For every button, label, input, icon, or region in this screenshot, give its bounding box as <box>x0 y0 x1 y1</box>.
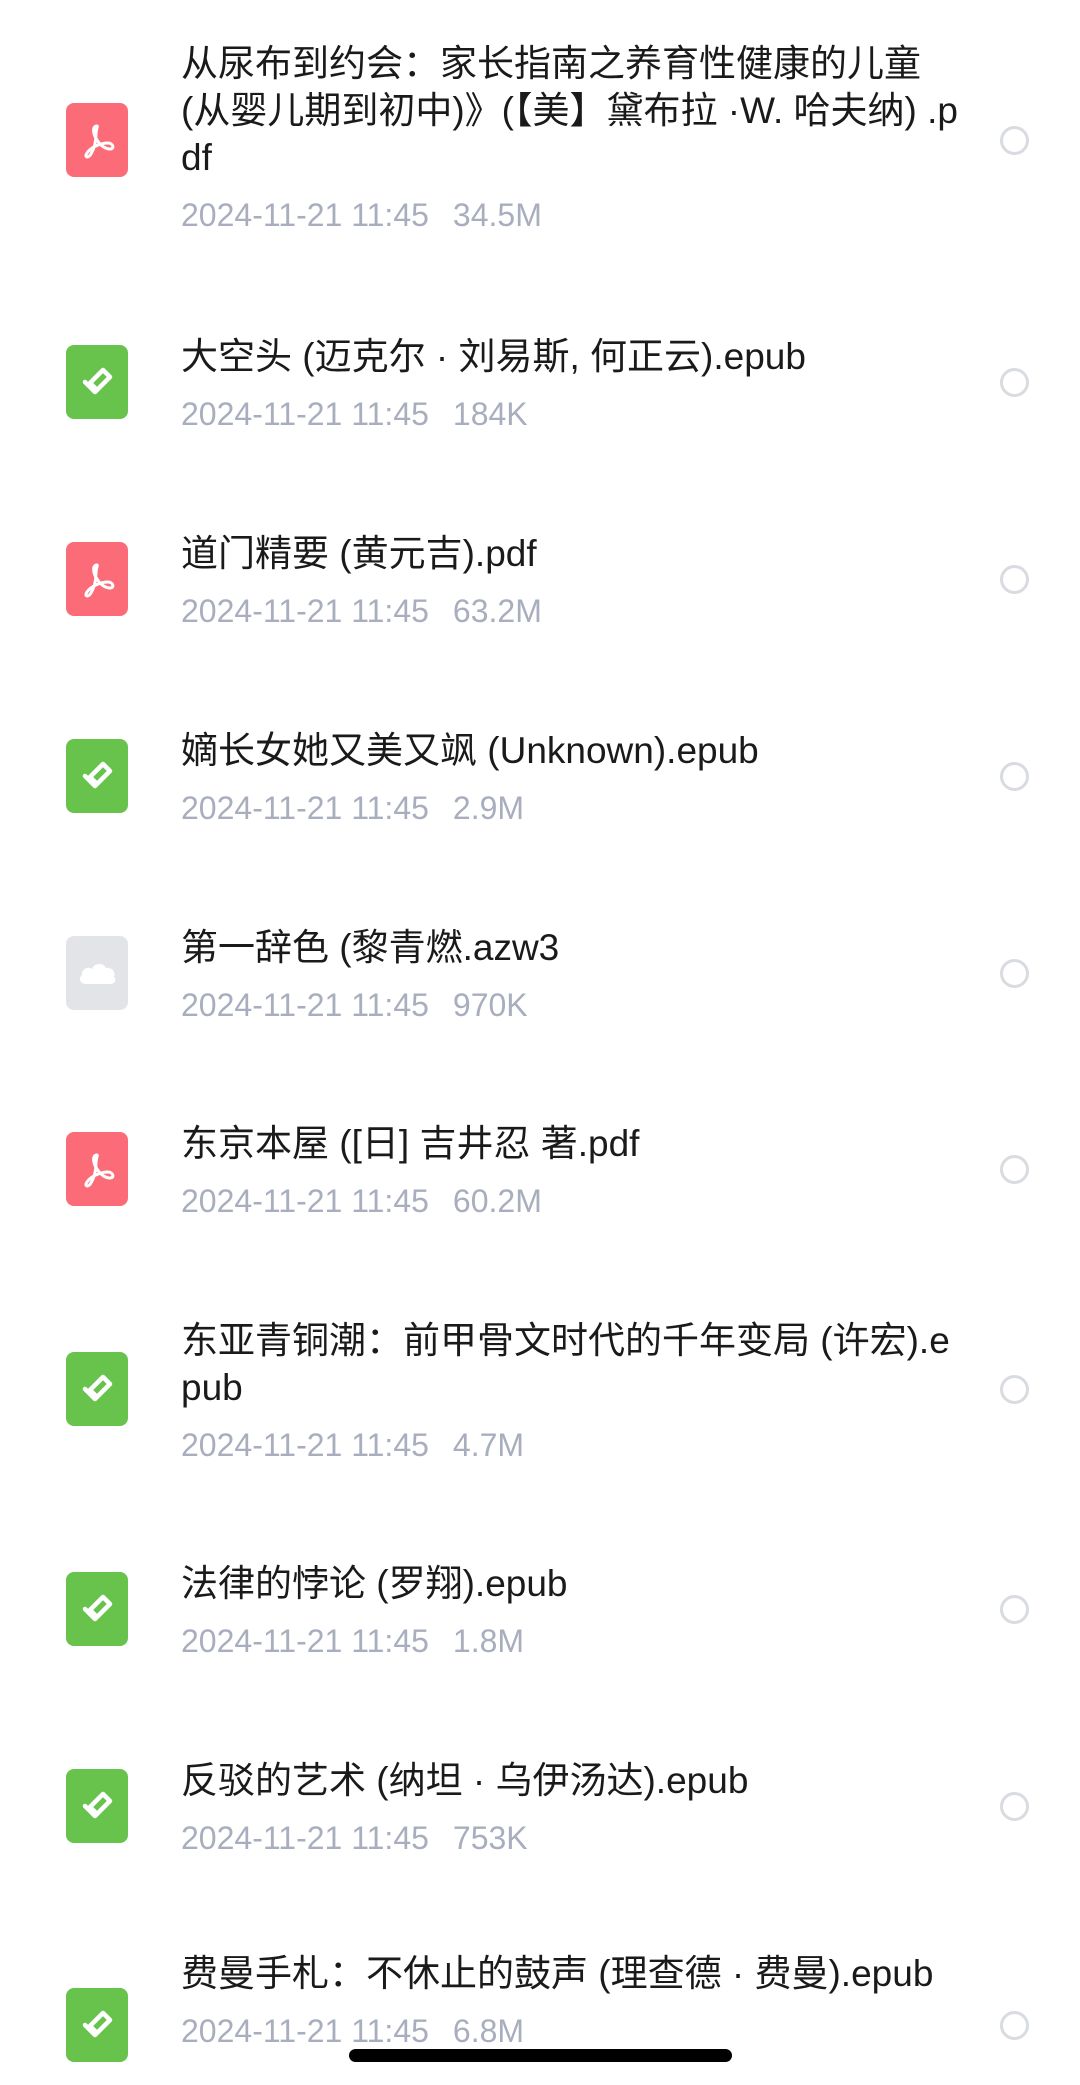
file-info: 法律的悖论 (罗翔).epub 2024-11-21 11:45 1.8M <box>181 1560 961 1661</box>
list-item[interactable]: 道门精要 (黄元吉).pdf 2024-11-21 11:45 63.2M <box>0 530 1080 655</box>
file-meta: 2024-11-21 11:45 4.7M <box>181 1425 961 1465</box>
file-info: 第一辞色 (黎青燃.azw3 2024-11-21 11:45 970K <box>181 924 961 1025</box>
file-meta: 2024-11-21 11:45 1.8M <box>181 1621 961 1661</box>
file-name: 从尿布到约会：家长指南之养育性健康的儿童(从婴儿期到初中)》(【美】黛布拉 ·W… <box>181 43 958 178</box>
pdf-icon <box>66 103 128 177</box>
file-info: 东亚青铜潮：前甲骨文时代的千年变局 (许宏).epub 2024-11-21 1… <box>181 1317 961 1465</box>
file-size: 63.2M <box>452 593 542 629</box>
file-size: 970K <box>452 987 528 1023</box>
cloud-file-icon <box>66 936 128 1010</box>
file-meta: 2024-11-21 11:45 970K <box>181 985 961 1025</box>
pdf-icon <box>66 542 128 616</box>
select-radio[interactable] <box>1000 1155 1029 1184</box>
file-meta: 2024-11-21 11:45 6.8M <box>181 2011 961 2051</box>
select-radio[interactable] <box>1000 565 1029 594</box>
file-size: 184K <box>452 396 528 432</box>
file-name: 东京本屋 ([日] 吉井忍 著.pdf <box>181 1123 640 1164</box>
select-radio[interactable] <box>1000 2011 1029 2040</box>
file-date: 2024-11-21 11:45 <box>181 987 429 1023</box>
file-date: 2024-11-21 11:45 <box>181 1183 429 1219</box>
file-meta: 2024-11-21 11:45 753K <box>181 1818 961 1858</box>
file-size: 1.8M <box>452 1623 525 1659</box>
list-item[interactable]: 费曼手札：不休止的鼓声 (理查德 · 费曼).epub 2024-11-21 1… <box>0 1950 1080 2085</box>
file-size: 4.7M <box>452 1427 525 1463</box>
file-size: 2.9M <box>452 790 525 826</box>
file-meta: 2024-11-21 11:45 184K <box>181 394 961 434</box>
file-meta: 2024-11-21 11:45 2.9M <box>181 788 961 828</box>
file-size: 60.2M <box>452 1183 542 1219</box>
file-name: 东亚青铜潮：前甲骨文时代的千年变局 (许宏).epub <box>181 1320 950 1408</box>
list-item[interactable]: 法律的悖论 (罗翔).epub 2024-11-21 11:45 1.8M <box>0 1560 1080 1685</box>
list-item[interactable]: 反驳的艺术 (纳坦 · 乌伊汤达).epub 2024-11-21 11:45 7… <box>0 1757 1080 1882</box>
list-item[interactable]: 东京本屋 ([日] 吉井忍 著.pdf 2024-11-21 11:45 60.2… <box>0 1120 1080 1245</box>
pdf-icon <box>66 1132 128 1206</box>
file-name: 第一辞色 (黎青燃.azw3 <box>181 927 560 968</box>
file-size: 34.5M <box>452 197 542 233</box>
file-date: 2024-11-21 11:45 <box>181 1623 429 1659</box>
list-item[interactable]: 东亚青铜潮：前甲骨文时代的千年变局 (许宏).epub 2024-11-21 1… <box>0 1317 1080 1487</box>
file-name: 费曼手札：不休止的鼓声 (理查德 · 费曼).epub <box>181 1953 934 1994</box>
select-radio[interactable] <box>1000 959 1029 988</box>
select-radio[interactable] <box>1000 762 1029 791</box>
file-date: 2024-11-21 11:45 <box>181 197 429 233</box>
epub-icon <box>66 345 128 419</box>
epub-icon <box>66 739 128 813</box>
file-name: 道门精要 (黄元吉).pdf <box>181 533 537 574</box>
epub-icon <box>66 1988 128 2062</box>
select-radio[interactable] <box>1000 1595 1029 1624</box>
file-date: 2024-11-21 11:45 <box>181 790 429 826</box>
list-item[interactable]: 大空头 (迈克尔 · 刘易斯, 何正云).epub 2024-11-21 11:… <box>0 333 1080 458</box>
file-info: 嫡长女她又美又飒 (Unknown).epub 2024-11-21 11:45… <box>181 727 961 828</box>
file-date: 2024-11-21 11:45 <box>181 2013 429 2049</box>
file-name: 法律的悖论 (罗翔).epub <box>181 1563 568 1604</box>
epub-icon <box>66 1572 128 1646</box>
select-radio[interactable] <box>1000 126 1029 155</box>
file-date: 2024-11-21 11:45 <box>181 1820 429 1856</box>
file-date: 2024-11-21 11:45 <box>181 593 429 629</box>
file-info: 费曼手札：不休止的鼓声 (理查德 · 费曼).epub 2024-11-21 1… <box>181 1950 961 2051</box>
list-item[interactable]: 从尿布到约会：家长指南之养育性健康的儿童(从婴儿期到初中)》(【美】黛布拉 ·W… <box>0 40 1080 250</box>
select-radio[interactable] <box>1000 368 1029 397</box>
file-size: 6.8M <box>452 2013 525 2049</box>
list-item[interactable]: 第一辞色 (黎青燃.azw3 2024-11-21 11:45 970K <box>0 924 1080 1049</box>
file-size: 753K <box>452 1820 528 1856</box>
file-info: 道门精要 (黄元吉).pdf 2024-11-21 11:45 63.2M <box>181 530 961 631</box>
file-name: 反驳的艺术 (纳坦 · 乌伊汤达).epub <box>181 1760 749 1801</box>
epub-icon <box>66 1769 128 1843</box>
file-info: 大空头 (迈克尔 · 刘易斯, 何正云).epub 2024-11-21 11:… <box>181 333 961 434</box>
file-meta: 2024-11-21 11:45 60.2M <box>181 1181 961 1221</box>
list-item[interactable]: 嫡长女她又美又飒 (Unknown).epub 2024-11-21 11:45… <box>0 727 1080 852</box>
epub-icon <box>66 1352 128 1426</box>
file-info: 从尿布到约会：家长指南之养育性健康的儿童(从婴儿期到初中)》(【美】黛布拉 ·W… <box>181 40 961 235</box>
select-radio[interactable] <box>1000 1792 1029 1821</box>
file-name: 大空头 (迈克尔 · 刘易斯, 何正云).epub <box>181 336 806 377</box>
file-info: 反驳的艺术 (纳坦 · 乌伊汤达).epub 2024-11-21 11:45 7… <box>181 1757 961 1858</box>
home-indicator[interactable] <box>349 2049 732 2062</box>
file-info: 东京本屋 ([日] 吉井忍 著.pdf 2024-11-21 11:45 60.2… <box>181 1120 961 1221</box>
file-date: 2024-11-21 11:45 <box>181 1427 429 1463</box>
file-name: 嫡长女她又美又飒 (Unknown).epub <box>181 730 759 771</box>
file-meta: 2024-11-21 11:45 34.5M <box>181 195 961 235</box>
select-radio[interactable] <box>1000 1375 1029 1404</box>
file-meta: 2024-11-21 11:45 63.2M <box>181 591 961 631</box>
file-date: 2024-11-21 11:45 <box>181 396 429 432</box>
